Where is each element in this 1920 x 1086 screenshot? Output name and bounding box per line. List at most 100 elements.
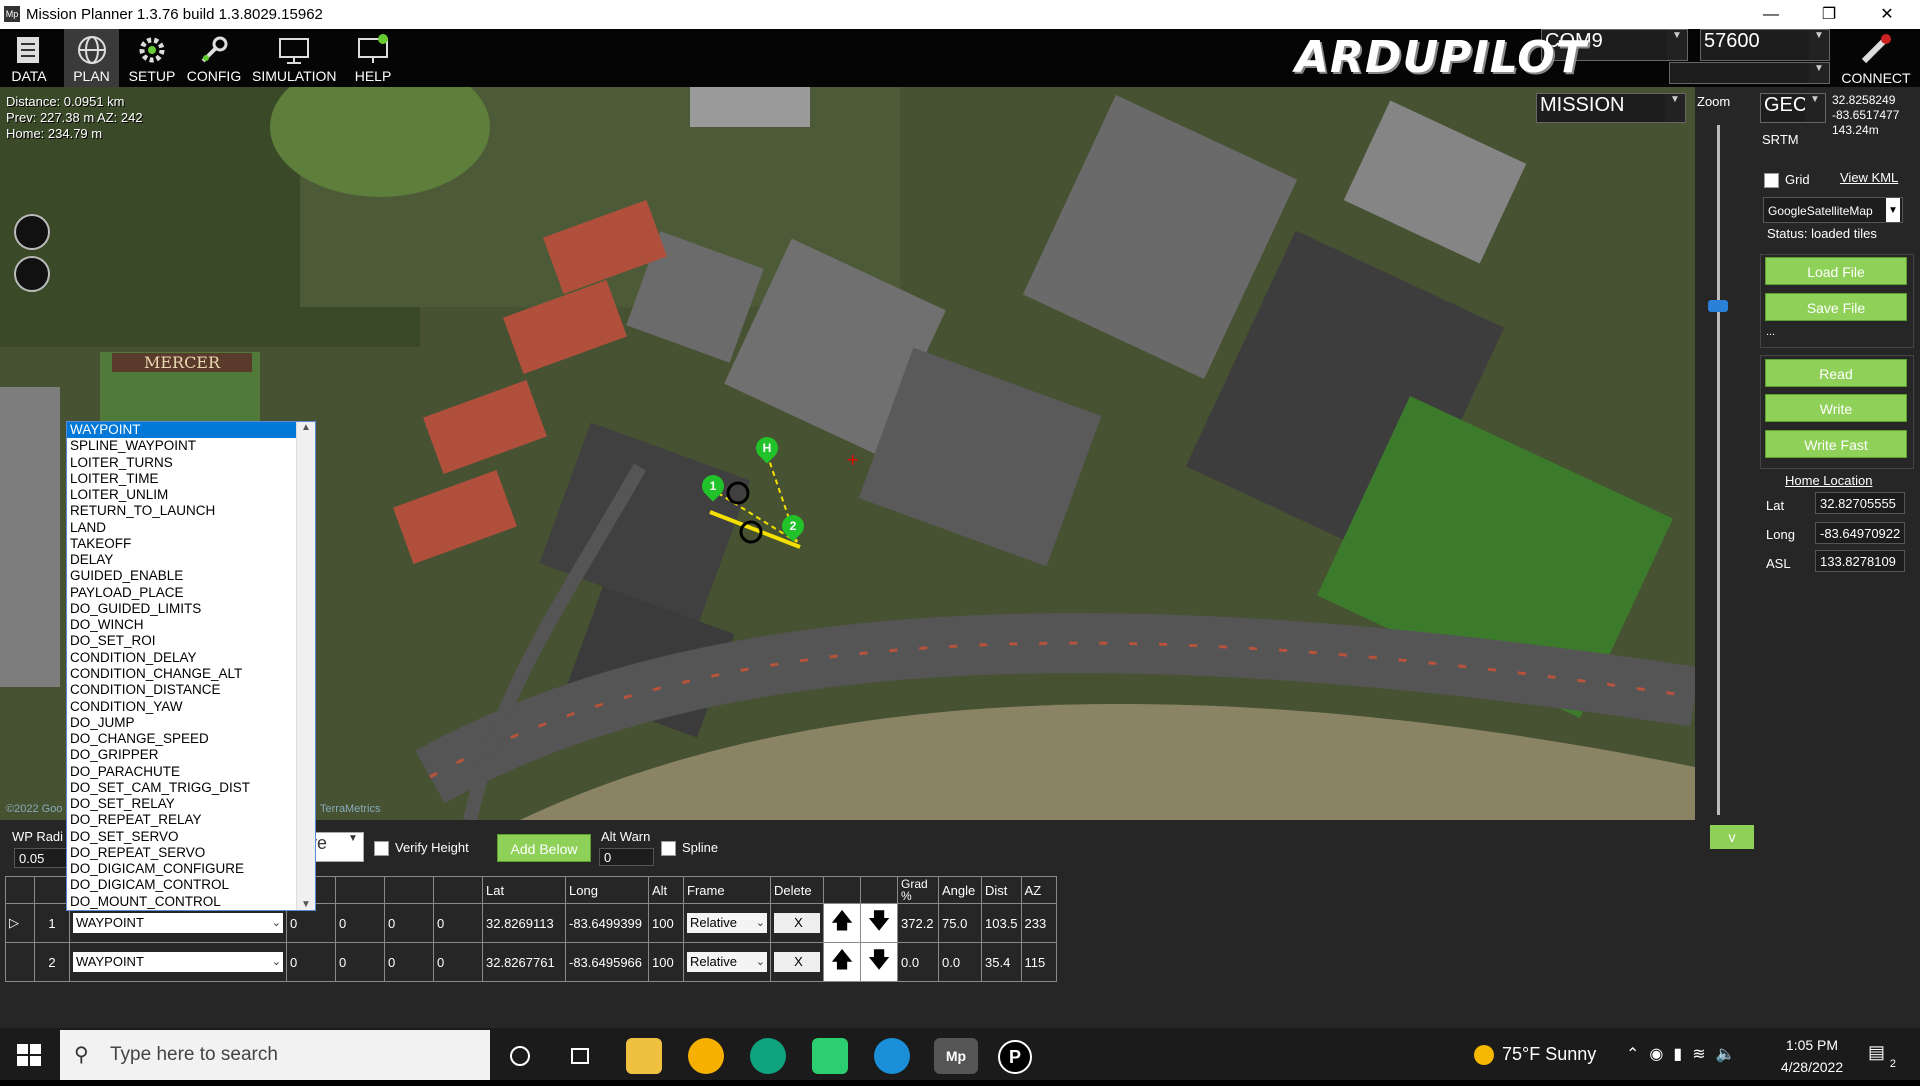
- waypoint-marker-home[interactable]: H: [751, 432, 783, 464]
- map-provider-select[interactable]: GoogleSatelliteMap ▼: [1763, 197, 1903, 223]
- dropdown-item[interactable]: GUIDED_ENABLE: [67, 568, 315, 584]
- close-button[interactable]: ✕: [1864, 0, 1910, 29]
- long-cell[interactable]: -83.6499399: [565, 903, 649, 943]
- load-file-button[interactable]: Load File: [1765, 257, 1907, 285]
- connect-button[interactable]: CONNECT: [1832, 31, 1920, 87]
- move-down-icon[interactable]: 🡇: [860, 903, 898, 943]
- dropdown-item[interactable]: DO_CHANGE_SPEED: [67, 731, 315, 747]
- chatgpt-icon[interactable]: [750, 1038, 786, 1074]
- home-location-link[interactable]: Home Location: [1785, 473, 1872, 488]
- dropdown-item[interactable]: DO_REPEAT_SERVO: [67, 845, 315, 861]
- dropdown-item[interactable]: DO_PARACHUTE: [67, 764, 315, 780]
- clock[interactable]: 1:05 PM 4/28/2022: [1770, 1034, 1854, 1078]
- table-row[interactable]: 2 WAYPOINT ⌄ 0 0 0 0 32.8267761 -83.64959…: [5, 942, 1057, 982]
- dropdown-item[interactable]: CONDITION_YAW: [67, 699, 315, 715]
- taskview-icon[interactable]: [562, 1038, 598, 1074]
- dropdown-item[interactable]: CONDITION_CHANGE_ALT: [67, 666, 315, 682]
- chevron-up-icon[interactable]: ⌃: [1626, 1046, 1649, 1063]
- dropdown-item[interactable]: LOITER_UNLIM: [67, 487, 315, 503]
- dropdown-item[interactable]: DO_SET_CAM_TRIGG_DIST: [67, 780, 315, 796]
- scroll-down-icon[interactable]: ▼: [297, 899, 315, 910]
- tray-icons[interactable]: ⌃◉▮≋🔈: [1626, 1044, 1746, 1064]
- delete-button[interactable]: X: [770, 903, 824, 943]
- wifi-icon[interactable]: ≋: [1692, 1046, 1715, 1063]
- data-button[interactable]: DATA: [4, 29, 54, 87]
- home-lat-field[interactable]: 32.82705555: [1815, 492, 1905, 514]
- ruler-icon[interactable]: [14, 214, 50, 250]
- alt-warn-field[interactable]: 0: [599, 848, 654, 866]
- profile-select[interactable]: ▼: [1669, 62, 1830, 84]
- coord-format-select[interactable]: GEC ▼: [1760, 93, 1826, 123]
- frame-select[interactable]: Relative ⌄: [683, 903, 771, 943]
- dropdown-item[interactable]: DO_REPEAT_RELAY: [67, 812, 315, 828]
- view-kml-link[interactable]: View KML: [1840, 170, 1898, 185]
- notification-button[interactable]: ▤ 2: [1868, 1042, 1898, 1070]
- config-button[interactable]: CONFIG: [185, 29, 243, 87]
- minimize-button[interactable]: —: [1748, 0, 1794, 29]
- pycharm-icon[interactable]: [812, 1038, 848, 1074]
- move-up-icon[interactable]: 🡅: [823, 903, 861, 943]
- dropdown-item[interactable]: CONDITION_DELAY: [67, 650, 315, 666]
- cortana-icon[interactable]: [502, 1038, 538, 1074]
- param4-cell[interactable]: 0: [433, 942, 483, 982]
- param4-cell[interactable]: 0: [433, 903, 483, 943]
- dropdown-item[interactable]: DO_MOUNT_CONTROL: [67, 894, 315, 910]
- add-below-button[interactable]: Add Below: [497, 834, 591, 862]
- dropdown-item[interactable]: DO_GRIPPER: [67, 747, 315, 763]
- verify-height-checkbox[interactable]: Verify Height: [374, 840, 469, 857]
- mission-mode-select[interactable]: MISSION ▼: [1536, 93, 1686, 123]
- meet-icon[interactable]: ◉: [1649, 1046, 1673, 1063]
- dropdown-scrollbar[interactable]: ▲ ▼: [296, 422, 315, 910]
- grid-checkbox[interactable]: Grid: [1764, 172, 1810, 189]
- waypoint-marker-2[interactable]: 2: [777, 510, 809, 542]
- param3-cell[interactable]: 0: [384, 903, 434, 943]
- delete-button[interactable]: X: [770, 942, 824, 982]
- dropdown-item[interactable]: DO_WINCH: [67, 617, 315, 633]
- dropdown-item[interactable]: CONDITION_DISTANCE: [67, 682, 315, 698]
- start-button[interactable]: [14, 1040, 44, 1070]
- dropdown-item[interactable]: DO_SET_SERVO: [67, 829, 315, 845]
- dropdown-item[interactable]: DO_DIGICAM_CONFIGURE: [67, 861, 315, 877]
- lat-cell[interactable]: 32.8269113: [482, 903, 566, 943]
- spline-checkbox[interactable]: Spline: [661, 840, 718, 857]
- mission-planner-icon[interactable]: Mp: [934, 1038, 978, 1074]
- home-asl-field[interactable]: 133.8278109: [1815, 550, 1905, 572]
- param3-cell[interactable]: 0: [384, 942, 434, 982]
- taskbar-search[interactable]: ⚲ Type here to search: [60, 1030, 490, 1080]
- lat-cell[interactable]: 32.8267761: [482, 942, 566, 982]
- waypoint-marker-1[interactable]: 1: [697, 470, 729, 502]
- home-long-field[interactable]: -83.64970922: [1815, 522, 1905, 544]
- alt-cell[interactable]: 100: [648, 942, 684, 982]
- move-down-icon[interactable]: 🡇: [860, 942, 898, 982]
- plan-button[interactable]: PLAN: [64, 29, 119, 87]
- file-explorer-icon[interactable]: [626, 1038, 662, 1074]
- dropdown-item[interactable]: PAYLOAD_PLACE: [67, 585, 315, 601]
- restore-button[interactable]: ❐: [1806, 0, 1852, 29]
- read-button[interactable]: Read: [1765, 359, 1907, 387]
- dropdown-item[interactable]: LOITER_TIME: [67, 471, 315, 487]
- setup-button[interactable]: SETUP: [124, 29, 180, 87]
- dropdown-item[interactable]: DO_SET_ROI: [67, 633, 315, 649]
- baud-select[interactable]: 57600 ▼: [1700, 29, 1830, 61]
- dropdown-item[interactable]: RETURN_TO_LAUNCH: [67, 503, 315, 519]
- write-fast-button[interactable]: Write Fast: [1765, 430, 1907, 458]
- dropdown-item[interactable]: TAKEOFF: [67, 536, 315, 552]
- weather-widget[interactable]: 75°F Sunny: [1474, 1044, 1596, 1066]
- edge-icon[interactable]: [874, 1038, 910, 1074]
- zoom-slider-track[interactable]: [1717, 125, 1720, 815]
- zoom-slider-thumb[interactable]: [1708, 300, 1728, 312]
- chrome-icon[interactable]: [688, 1038, 724, 1074]
- zoom-collapse-button[interactable]: v: [1710, 825, 1754, 849]
- scroll-up-icon[interactable]: ▲: [297, 422, 315, 433]
- command-select[interactable]: WAYPOINT ⌄: [69, 942, 287, 982]
- simulation-button[interactable]: SIMULATION: [252, 29, 337, 87]
- save-file-button[interactable]: Save File: [1765, 293, 1907, 321]
- command-dropdown-list[interactable]: WAYPOINT SPLINE_WAYPOINT LOITER_TURNS LOITE…: [66, 421, 316, 911]
- dropdown-item[interactable]: DO_JUMP: [67, 715, 315, 731]
- param2-cell[interactable]: 0: [335, 942, 385, 982]
- zoom-icon[interactable]: [14, 256, 50, 292]
- alt-cell[interactable]: 100: [648, 903, 684, 943]
- dropdown-item[interactable]: SPLINE_WAYPOINT: [67, 438, 315, 454]
- battery-icon[interactable]: ▮: [1673, 1046, 1692, 1063]
- param2-cell[interactable]: 0: [335, 903, 385, 943]
